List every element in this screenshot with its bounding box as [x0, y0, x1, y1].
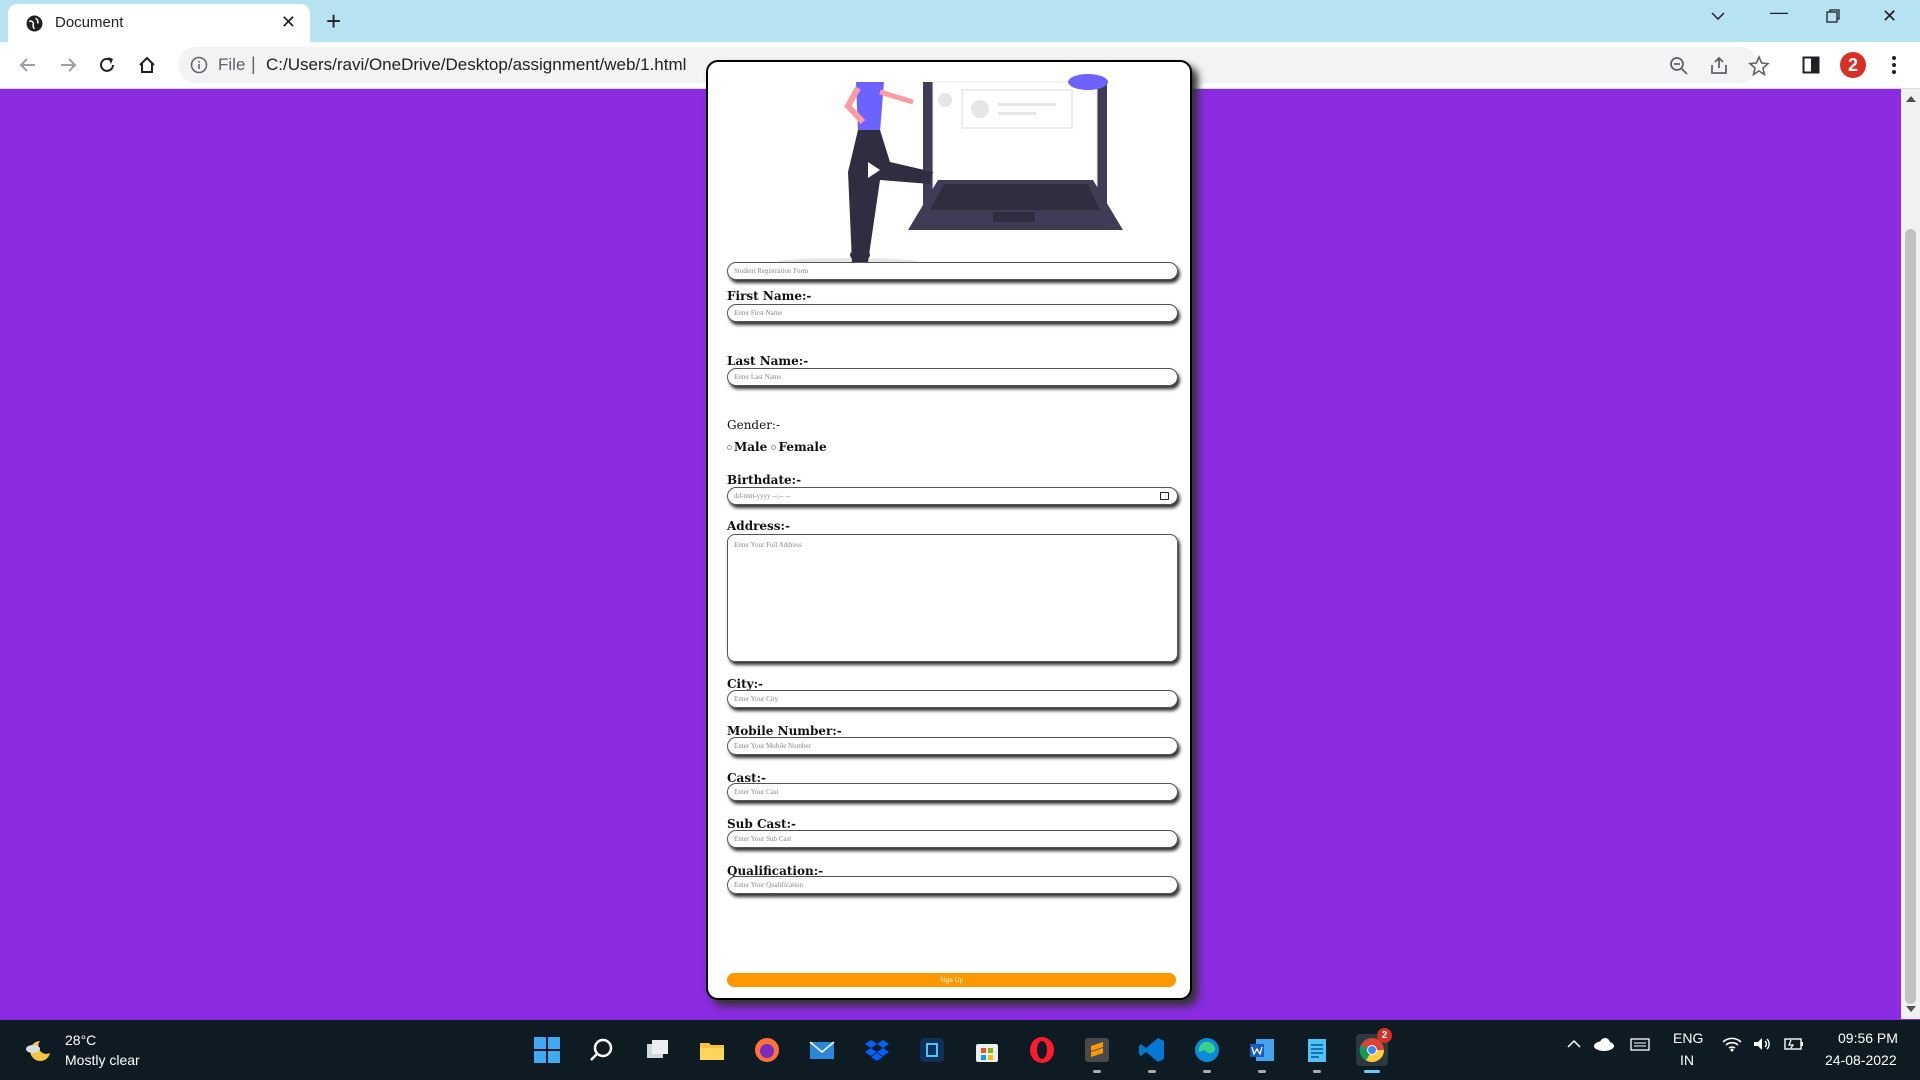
task-view-icon[interactable] — [641, 1034, 673, 1066]
kebab-menu-icon[interactable] — [1880, 51, 1908, 79]
forward-icon[interactable] — [54, 51, 82, 79]
address-label: Address:- — [727, 519, 790, 533]
back-icon[interactable] — [14, 51, 42, 79]
moon-cloud-icon[interactable] — [24, 1037, 52, 1065]
birthdate-input[interactable]: dd-mm-yyyy --:-- -- — [727, 487, 1178, 505]
sublime-text-icon[interactable] — [1081, 1034, 1113, 1073]
scroll-thumb[interactable] — [1905, 229, 1916, 1004]
last-name-input[interactable]: Enter Last Name — [727, 368, 1178, 386]
address-scheme-label: File — [218, 55, 246, 74]
running-indicator — [1203, 1070, 1211, 1073]
running-indicator — [1148, 1070, 1156, 1073]
illustration-person-laptop — [778, 74, 1123, 266]
sign-up-button[interactable]: Sign Up — [727, 973, 1176, 987]
language-indicator-line2[interactable]: IN — [1680, 1052, 1694, 1068]
mail-icon[interactable] — [806, 1034, 838, 1066]
info-icon[interactable] — [190, 56, 208, 74]
chrome-notification-badge: 2 — [1377, 1028, 1392, 1043]
show-hidden-icons-icon[interactable] — [1566, 1036, 1582, 1055]
volume-icon[interactable] — [1752, 1036, 1772, 1055]
edge-icon[interactable] — [1191, 1034, 1223, 1073]
city-label: City:- — [727, 677, 764, 691]
first-name-input[interactable]: Enter First Name — [727, 304, 1178, 322]
zoom-icon[interactable] — [1668, 55, 1690, 77]
tab-title: Document — [55, 14, 124, 31]
sub-cast-input[interactable]: Enter Your Sub Cast — [727, 830, 1178, 848]
mobile-number-label: Mobile Number:- — [727, 724, 842, 738]
side-panel-icon[interactable] — [1797, 51, 1825, 79]
globe-icon — [26, 15, 43, 32]
windows-start-icon[interactable] — [531, 1034, 563, 1066]
language-indicator-line1[interactable]: ENG — [1673, 1030, 1703, 1046]
first-name-label: First Name:- — [727, 289, 812, 303]
weather-description[interactable]: Mostly clear — [65, 1052, 140, 1068]
female-option-label[interactable]: Female — [778, 440, 826, 454]
address-separator: | — [251, 54, 256, 74]
firefox-icon[interactable] — [751, 1034, 783, 1066]
word-icon[interactable] — [1246, 1034, 1278, 1073]
minimize-icon[interactable]: — — [1770, 2, 1788, 23]
bookmark-star-icon[interactable] — [1748, 55, 1770, 77]
clock-date[interactable]: 24-08-2022 — [1825, 1052, 1897, 1068]
share-icon[interactable] — [1708, 55, 1730, 77]
scroll-up-arrow-icon[interactable] — [1906, 96, 1916, 102]
battery-icon[interactable] — [1782, 1036, 1804, 1055]
tab-search-chevron-icon[interactable] — [1710, 8, 1726, 29]
wifi-icon[interactable] — [1722, 1036, 1742, 1055]
dropbox-icon[interactable] — [861, 1034, 893, 1066]
qualification-input[interactable]: Enter Your Qualification — [727, 876, 1178, 894]
male-radio[interactable] — [727, 445, 732, 450]
reload-icon[interactable] — [93, 51, 121, 79]
last-name-label: Last Name:- — [727, 354, 809, 368]
running-indicator — [1258, 1070, 1266, 1073]
scroll-down-arrow-icon[interactable] — [1906, 1006, 1916, 1012]
windows-taskbar: 28°C Mostly clear 2 ENG IN 09:56 PM 24-0… — [0, 1020, 1920, 1080]
keyboard-icon[interactable] — [1630, 1036, 1650, 1055]
close-tab-icon[interactable]: ✕ — [281, 12, 296, 33]
active-indicator — [1364, 1070, 1380, 1073]
page-scrollbar[interactable] — [1901, 89, 1920, 1019]
home-icon[interactable] — [133, 51, 161, 79]
registration-card: Student Registration Form First Name:- E… — [706, 60, 1192, 1000]
birthdate-placeholder: dd-mm-yyyy --:-- -- — [734, 492, 790, 500]
search-icon[interactable] — [586, 1034, 618, 1066]
app-icon[interactable] — [916, 1034, 948, 1066]
male-option-label[interactable]: Male — [734, 440, 767, 454]
birthdate-label: Birthdate:- — [727, 473, 802, 487]
opera-icon[interactable] — [1026, 1034, 1058, 1066]
running-indicator — [1093, 1070, 1101, 1073]
new-tab-icon[interactable]: + — [326, 6, 341, 37]
mobile-number-input[interactable]: Enter Your Mobile Number — [727, 737, 1178, 755]
notepad-icon[interactable] — [1301, 1034, 1333, 1073]
form-title-input[interactable]: Student Registration Form — [727, 262, 1178, 280]
tab-bar: Document ✕ + — ✕ — [0, 0, 1920, 42]
clock-time[interactable]: 09:56 PM — [1838, 1030, 1898, 1046]
city-input[interactable]: Enter Your City — [727, 690, 1178, 708]
gender-options: Male Female — [727, 440, 827, 454]
store-icon[interactable] — [971, 1034, 1003, 1066]
address-textarea[interactable]: Enter Your Full Address — [727, 534, 1178, 662]
vscode-icon[interactable] — [1136, 1034, 1168, 1073]
file-explorer-icon[interactable] — [696, 1034, 728, 1066]
gender-label: Gender:- — [727, 418, 781, 432]
profile-avatar[interactable]: 2 — [1840, 52, 1866, 78]
cast-input[interactable]: Enter Your Cast — [727, 783, 1178, 801]
sub-cast-label: Sub Cast:- — [727, 817, 796, 831]
close-window-icon[interactable]: ✕ — [1882, 6, 1897, 27]
running-indicator — [1313, 1070, 1321, 1073]
chrome-icon[interactable]: 2 — [1356, 1028, 1392, 1073]
calendar-icon[interactable] — [1160, 492, 1169, 500]
female-radio[interactable] — [771, 445, 777, 450]
onedrive-cloud-icon[interactable] — [1593, 1036, 1615, 1055]
tab-document[interactable]: Document ✕ — [8, 4, 310, 42]
weather-temperature[interactable]: 28°C — [65, 1032, 96, 1048]
restore-icon[interactable] — [1825, 8, 1841, 29]
address-url[interactable]: C:/Users/ravi/OneDrive/Desktop/assignmen… — [266, 55, 686, 75]
